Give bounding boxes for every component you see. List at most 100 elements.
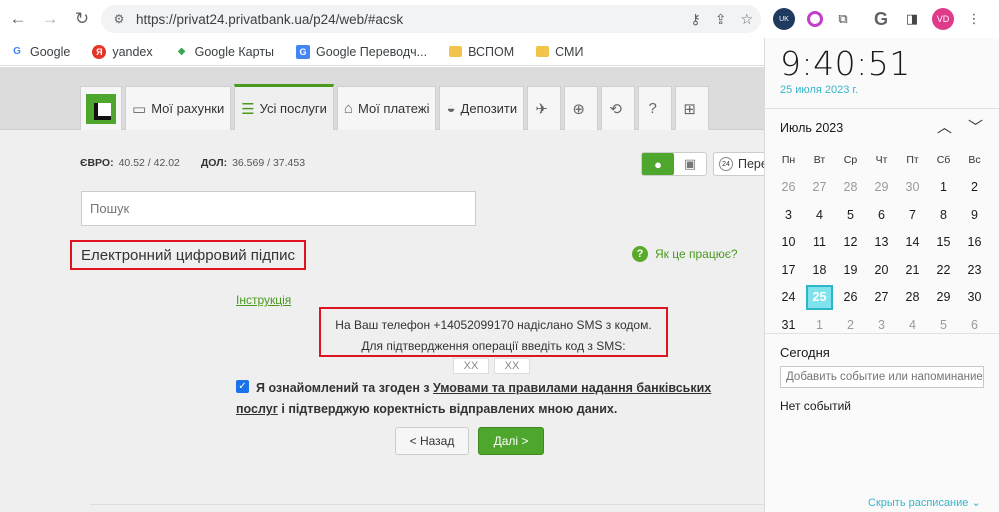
calendar-day[interactable]: 27 bbox=[804, 174, 835, 202]
how-it-works-link[interactable]: ? Як це працює? bbox=[632, 246, 738, 262]
calendar-day[interactable]: 18 bbox=[804, 256, 835, 284]
calendar-day[interactable]: 26 bbox=[835, 284, 866, 312]
next-button[interactable]: Далі > bbox=[478, 427, 544, 455]
calendar-day[interactable]: 20 bbox=[866, 256, 897, 284]
calendar-day[interactable]: 19 bbox=[835, 256, 866, 284]
calendar-day[interactable]: 4 bbox=[804, 201, 835, 229]
bookmark-star-icon[interactable]: ☆ bbox=[740, 11, 753, 28]
calendar-day[interactable]: 7 bbox=[897, 201, 928, 229]
kebab-menu-icon[interactable]: ⋮ bbox=[963, 8, 985, 30]
weekday-label: Сб bbox=[936, 153, 951, 166]
tab-my-accounts[interactable]: ▭ Мої рахунки bbox=[125, 86, 232, 130]
calendar-day[interactable]: 28 bbox=[897, 284, 928, 312]
bookmark-folder-vspom[interactable]: ВСПОМ bbox=[449, 45, 514, 59]
calendar-day[interactable]: 5 bbox=[835, 201, 866, 229]
forward-arrow-icon[interactable]: → bbox=[36, 5, 64, 33]
sms-code-field-2[interactable]: XX bbox=[494, 358, 530, 374]
chevron-up-icon[interactable]: ︿ bbox=[937, 116, 952, 137]
tab-history[interactable]: ⟲ bbox=[601, 86, 636, 130]
cart-icon: ⊞ bbox=[683, 100, 696, 118]
calendar-day[interactable]: 21 bbox=[897, 256, 928, 284]
side-panel-icon[interactable]: ◨ bbox=[901, 8, 923, 30]
calendar-day[interactable]: 24 bbox=[773, 284, 804, 312]
bookmark-folder-smi[interactable]: СМИ bbox=[536, 45, 583, 59]
address-bar[interactable]: ⚙ https://privat24.privatbank.ua/p24/web… bbox=[101, 5, 761, 33]
key-icon[interactable]: ⚷ bbox=[690, 11, 700, 28]
calendar-day[interactable]: 29 bbox=[866, 174, 897, 202]
calendar-day[interactable]: 17 bbox=[773, 256, 804, 284]
calendar-day[interactable]: 27 bbox=[866, 284, 897, 312]
calendar-day[interactable]: 13 bbox=[866, 229, 897, 257]
profile-avatar[interactable]: VD bbox=[932, 8, 954, 30]
color-picker-extension-icon[interactable] bbox=[807, 11, 823, 27]
calendar-day[interactable]: 3 bbox=[866, 311, 897, 339]
puzzle-extensions-icon[interactable]: ⧉ bbox=[832, 8, 854, 30]
calendar-day[interactable]: 11 bbox=[804, 229, 835, 257]
calendar-day[interactable]: 1 bbox=[928, 174, 959, 202]
calendar-day[interactable]: 26 bbox=[773, 174, 804, 202]
sms-code-field-1[interactable]: XX bbox=[453, 358, 489, 374]
calendar-day[interactable]: 3 bbox=[773, 201, 804, 229]
tab-my-payments[interactable]: ⌂ Мої платежі bbox=[336, 86, 437, 130]
tab-transport[interactable]: ✈ bbox=[527, 86, 562, 130]
calendar-day[interactable]: 9 bbox=[959, 201, 990, 229]
tab-cart[interactable]: ⊞ bbox=[675, 86, 710, 130]
full-date-link[interactable]: 25 июля 2023 г. bbox=[780, 84, 858, 96]
calendar-day[interactable]: 5 bbox=[928, 311, 959, 339]
site-settings-icon[interactable]: ⚙ bbox=[108, 12, 130, 26]
calendar-day[interactable]: 1 bbox=[804, 311, 835, 339]
calendar-day[interactable]: 31 bbox=[773, 311, 804, 339]
calendar-day[interactable]: 22 bbox=[928, 256, 959, 284]
question-circle-icon: ? bbox=[632, 246, 648, 262]
today-heading: Сегодня bbox=[780, 345, 830, 360]
add-event-input[interactable] bbox=[780, 366, 984, 388]
calendar-day[interactable]: 10 bbox=[773, 229, 804, 257]
tab-all-services[interactable]: ☰ Усі послуги bbox=[234, 84, 334, 130]
extensions-bar: UK ⧉ G ◨ VD ⋮ bbox=[764, 0, 999, 38]
calendar-day[interactable]: 15 bbox=[928, 229, 959, 257]
divider bbox=[90, 504, 764, 505]
calendar-day[interactable]: 4 bbox=[897, 311, 928, 339]
chevron-down-icon[interactable]: ﹀ bbox=[968, 116, 983, 137]
p24-button[interactable]: 24Пере bbox=[713, 152, 764, 176]
briefcase-icon[interactable]: ▣ bbox=[674, 153, 706, 175]
tab-deposits[interactable]: ◒ Депозити bbox=[439, 86, 525, 130]
calendar-day[interactable]: 30 bbox=[897, 174, 928, 202]
sms-sent-message: На Ваш телефон +14052099170 надіслано SM… bbox=[335, 318, 652, 332]
calendar-day[interactable]: 2 bbox=[835, 311, 866, 339]
calendar-day[interactable]: 23 bbox=[959, 256, 990, 284]
calendar-day[interactable]: 30 bbox=[959, 284, 990, 312]
calendar-day[interactable]: 14 bbox=[897, 229, 928, 257]
reload-icon[interactable]: ↻ bbox=[68, 5, 96, 33]
google-extension-icon[interactable]: G bbox=[870, 8, 892, 30]
hide-schedule-link[interactable]: Скрыть расписание ⌄ bbox=[868, 496, 981, 509]
person-icon[interactable]: ● bbox=[642, 153, 674, 175]
search-input[interactable] bbox=[81, 191, 476, 226]
share-icon[interactable]: ⇪ bbox=[715, 11, 727, 28]
tab-help[interactable]: ? bbox=[638, 86, 673, 130]
back-arrow-icon[interactable]: ← bbox=[4, 5, 32, 33]
bookmark-yandex[interactable]: Яyandex bbox=[92, 44, 153, 59]
bookmark-google-translate[interactable]: G Google Переводч... bbox=[296, 44, 427, 59]
uk-flag-extension-icon[interactable]: UK bbox=[773, 8, 795, 30]
calendar-day[interactable]: 16 bbox=[959, 229, 990, 257]
calendar-day[interactable]: 12 bbox=[835, 229, 866, 257]
calendar-day[interactable]: 8 bbox=[928, 201, 959, 229]
instruction-link[interactable]: Інструкція bbox=[236, 293, 291, 307]
piggy-bank-icon: ◒ bbox=[446, 100, 456, 117]
calendar-day-today[interactable]: 25 bbox=[806, 284, 833, 310]
browser-toolbar: ← → ↻ ⚙ https://privat24.privatbank.ua/p… bbox=[0, 0, 764, 38]
bookmark-google-maps[interactable]: ◆ Google Карты bbox=[175, 45, 274, 59]
calendar-day[interactable]: 28 bbox=[835, 174, 866, 202]
month-label[interactable]: Июль 2023 bbox=[780, 121, 843, 135]
sms-code-inputs: XX XX bbox=[453, 358, 530, 374]
back-button[interactable]: < Назад bbox=[395, 427, 469, 455]
transport-icon: ✈ bbox=[535, 100, 548, 118]
tab-globe[interactable]: ⊕ bbox=[564, 86, 599, 130]
calendar-day[interactable]: 2 bbox=[959, 174, 990, 202]
privat24-logo[interactable] bbox=[80, 86, 122, 130]
calendar-day[interactable]: 6 bbox=[959, 311, 990, 339]
calendar-day[interactable]: 6 bbox=[866, 201, 897, 229]
calendar-day[interactable]: 29 bbox=[928, 284, 959, 312]
bookmark-google[interactable]: G Google bbox=[10, 45, 70, 59]
